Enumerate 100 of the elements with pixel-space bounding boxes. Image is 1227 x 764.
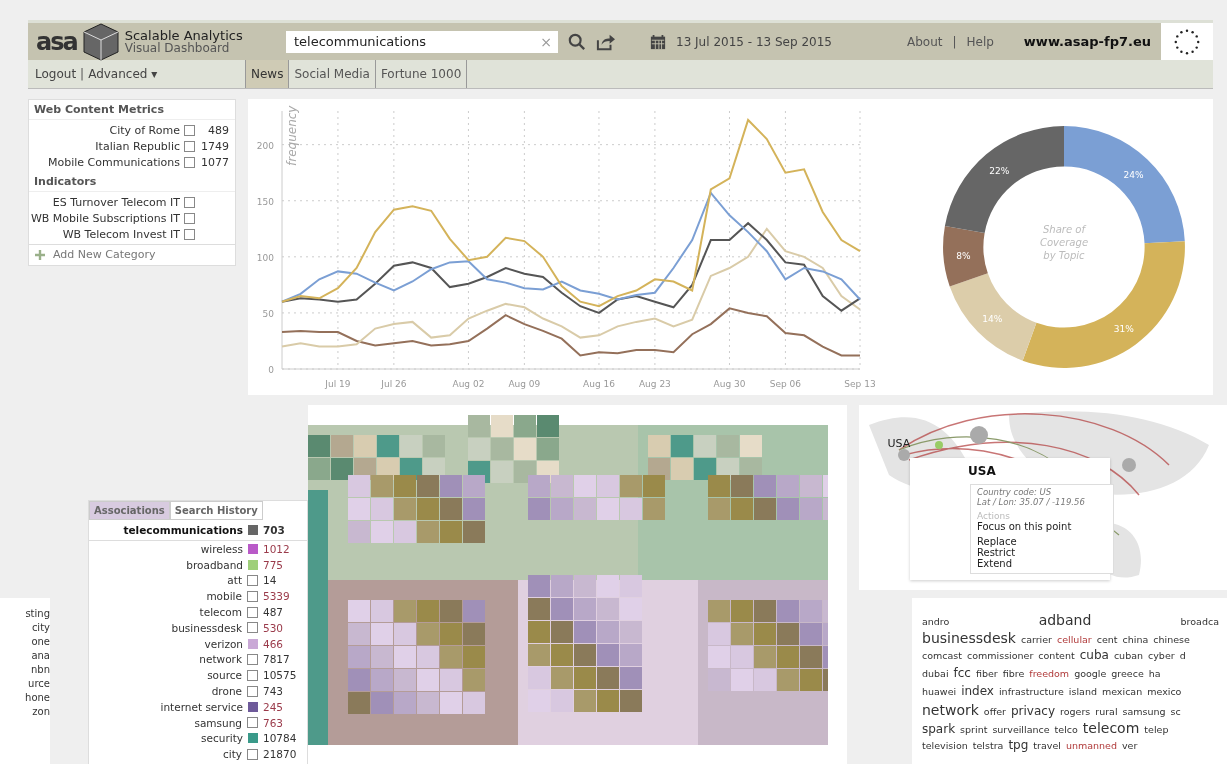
cloud-word[interactable]: sc xyxy=(1170,706,1181,717)
cloud-word[interactable]: ha xyxy=(1148,668,1161,679)
term-label[interactable]: verizon xyxy=(204,637,243,650)
checkbox[interactable] xyxy=(247,590,258,602)
term-label[interactable]: city xyxy=(222,748,242,761)
term-label[interactable]: telecommunications xyxy=(123,524,243,536)
cloud-word[interactable]: rural xyxy=(1095,706,1118,717)
cloud-word[interactable]: fiber xyxy=(975,668,998,679)
checkbox[interactable] xyxy=(184,212,195,224)
advanced-menu[interactable]: Advanced ▾ xyxy=(88,67,158,81)
plus-icon[interactable] xyxy=(35,249,45,260)
term-label[interactable]: internet service xyxy=(160,700,243,713)
cloud-word[interactable]: freedom xyxy=(1029,668,1070,679)
cloud-word[interactable]: tpg xyxy=(1008,738,1029,752)
checkbox[interactable] xyxy=(247,685,258,697)
checkbox[interactable] xyxy=(247,575,258,586)
color-swatch[interactable] xyxy=(248,559,258,570)
cloud-word[interactable]: mexico xyxy=(1147,686,1182,697)
term-label[interactable]: businessdesk xyxy=(171,621,242,634)
term-label[interactable]: samsung xyxy=(194,716,242,729)
cloud-word[interactable]: fibre xyxy=(1002,668,1025,679)
search-icon[interactable] xyxy=(568,32,586,51)
checkbox[interactable] xyxy=(247,606,258,618)
calendar-icon[interactable] xyxy=(650,32,666,51)
logout-link[interactable]: Logout xyxy=(35,67,77,81)
cloud-word[interactable]: television xyxy=(922,740,968,751)
cloud-word[interactable]: fcc xyxy=(953,666,971,680)
cloud-word[interactable]: rogers xyxy=(1060,706,1091,717)
color-swatch[interactable] xyxy=(248,543,258,554)
color-swatch[interactable] xyxy=(248,733,258,744)
cloud-word[interactable]: ver xyxy=(1121,740,1138,751)
term-label[interactable]: source xyxy=(207,669,242,682)
cloud-word[interactable]: telep xyxy=(1144,724,1169,735)
cloud-word[interactable]: broadca xyxy=(1180,616,1219,627)
date-range[interactable]: 13 Jul 2015 - 13 Sep 2015 xyxy=(676,34,832,49)
cloud-word[interactable]: cyber xyxy=(1148,650,1175,661)
term-label[interactable]: drone xyxy=(211,685,242,698)
cloud-word[interactable]: dubai xyxy=(922,668,949,679)
color-swatch[interactable] xyxy=(248,701,258,712)
nav-tab[interactable]: News xyxy=(245,60,289,88)
cloud-word[interactable]: sprint xyxy=(960,724,988,735)
cloud-word[interactable]: content xyxy=(1038,650,1075,661)
cloud-word[interactable]: telecom xyxy=(1082,720,1140,736)
cloud-word[interactable]: commissioner xyxy=(967,650,1034,661)
cloud-word[interactable]: adband xyxy=(1038,612,1092,628)
term-label[interactable]: telecom xyxy=(199,606,242,619)
cloud-word[interactable]: cuba xyxy=(1079,648,1109,662)
panel-tab[interactable]: Associations xyxy=(89,501,170,520)
cloud-word[interactable]: surveillance xyxy=(992,724,1050,735)
cloud-word[interactable]: cent xyxy=(1096,634,1118,645)
menu-item[interactable]: Restrict xyxy=(977,547,1107,558)
cloud-word[interactable]: d xyxy=(1179,650,1186,661)
cloud-word[interactable]: comcast xyxy=(922,650,962,661)
cloud-word[interactable]: spark xyxy=(922,722,956,736)
checkbox[interactable] xyxy=(184,156,195,168)
checkbox[interactable] xyxy=(184,140,195,152)
cloud-word[interactable]: mexican xyxy=(1101,686,1143,697)
nav-tab[interactable]: Fortune 1000 xyxy=(374,60,468,88)
header-link[interactable]: Help xyxy=(966,34,994,49)
cloud-word[interactable]: greece xyxy=(1111,668,1144,679)
cloud-word[interactable]: carrier xyxy=(1020,634,1052,645)
checkbox[interactable] xyxy=(247,748,258,760)
checkbox[interactable] xyxy=(184,124,195,136)
cloud-word[interactable]: businessdesk xyxy=(922,630,1016,646)
checkbox[interactable] xyxy=(247,622,258,634)
term-label[interactable]: wireless xyxy=(200,542,243,555)
cloud-word[interactable]: unmanned xyxy=(1065,740,1117,751)
cloud-word[interactable]: infrastructure xyxy=(998,686,1064,697)
cloud-word[interactable]: telco xyxy=(1054,724,1078,735)
checkbox[interactable] xyxy=(184,228,195,240)
checkbox[interactable] xyxy=(247,669,258,681)
color-swatch[interactable] xyxy=(248,525,258,535)
cloud-word[interactable]: andro xyxy=(922,616,950,627)
menu-item[interactable]: Extend xyxy=(977,558,1107,569)
cloud-word[interactable]: china xyxy=(1122,634,1149,645)
header-link[interactable]: About xyxy=(906,34,943,49)
cloud-word[interactable]: island xyxy=(1068,686,1097,697)
cloud-word[interactable]: chinese xyxy=(1153,634,1190,645)
panel-tab[interactable]: Search History xyxy=(169,501,263,520)
cloud-word[interactable]: travel xyxy=(1033,740,1061,751)
search-field[interactable]: telecommunications × xyxy=(286,30,558,53)
cloud-word[interactable]: samsung xyxy=(1122,706,1166,717)
term-label[interactable]: att xyxy=(227,574,242,587)
cloud-word[interactable]: network xyxy=(922,702,979,718)
checkbox[interactable] xyxy=(247,653,258,665)
term-label[interactable]: mobile xyxy=(206,590,242,603)
cloud-word[interactable]: index xyxy=(961,684,994,698)
checkbox[interactable] xyxy=(247,717,258,729)
cloud-word[interactable]: cellular xyxy=(1057,634,1092,645)
term-label[interactable]: network xyxy=(199,653,242,666)
cloud-word[interactable]: google xyxy=(1074,668,1107,679)
term-label[interactable]: security xyxy=(201,732,243,745)
color-swatch[interactable] xyxy=(248,638,258,649)
add-category-link[interactable]: Add New Category xyxy=(53,248,156,261)
cloud-word[interactable]: privacy xyxy=(1010,704,1055,718)
cloud-word[interactable]: cuban xyxy=(1113,650,1143,661)
cloud-word[interactable]: huawei xyxy=(922,686,957,697)
term-label[interactable]: broadband xyxy=(186,558,243,571)
menu-item[interactable]: Replace xyxy=(977,536,1107,547)
cloud-word[interactable]: telstra xyxy=(972,740,1004,751)
